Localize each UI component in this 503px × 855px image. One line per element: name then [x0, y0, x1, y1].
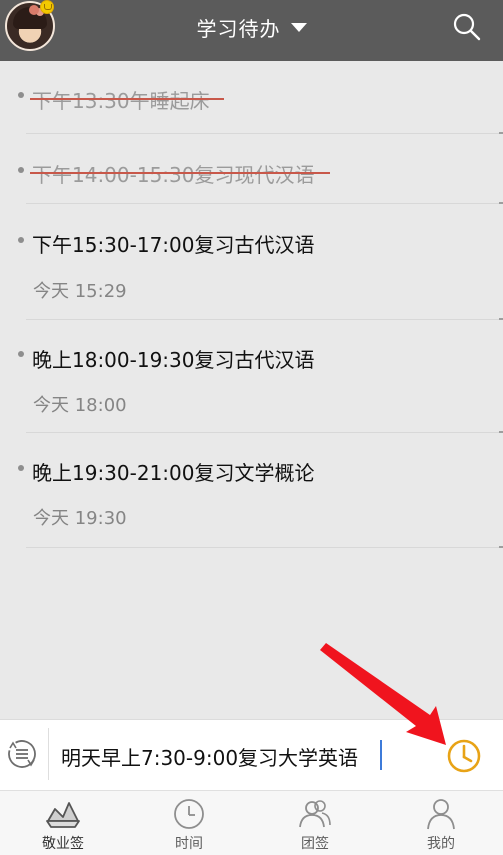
avatar-flower [29, 5, 39, 15]
divider [26, 546, 503, 548]
todo-item[interactable]: 晚上18:00-19:30复习古代汉语 今天 18:00 [0, 320, 503, 433]
tab-label: 敬业签 [42, 836, 84, 852]
page-title: 学习待办 [196, 17, 281, 41]
todo-item-done[interactable]: 下午13:30午睡起床 [0, 61, 503, 134]
reminder-clock-icon[interactable] [446, 738, 482, 774]
repeat-icon[interactable] [6, 738, 38, 770]
input-divider [48, 728, 49, 780]
header-bar: 学习待办 [0, 0, 503, 61]
tab-notes[interactable]: 敬业签 [0, 791, 126, 855]
todo-reminder-time: 今天 18:00 [33, 395, 127, 416]
vip-badge-icon [40, 0, 54, 14]
tab-label: 团签 [301, 836, 329, 852]
tab-label: 我的 [427, 836, 455, 852]
bullet-dot [18, 237, 24, 243]
todo-text: 下午15:30-17:00复习古代汉语 [32, 233, 315, 257]
strikethrough-line [30, 98, 224, 100]
list-title-dropdown[interactable]: 学习待办 [197, 13, 307, 42]
tab-team[interactable]: 团签 [252, 791, 378, 855]
tab-time[interactable]: 时间 [126, 791, 252, 855]
clock-icon [174, 799, 204, 829]
search-icon[interactable] [452, 12, 482, 42]
text-cursor [380, 740, 382, 770]
notes-icon [46, 802, 80, 828]
todo-reminder-time: 今天 15:29 [33, 281, 127, 302]
todo-text: 晚上18:00-19:30复习古代汉语 [32, 348, 315, 372]
new-todo-bar: 明天早上7:30-9:00复习大学英语 [0, 719, 503, 790]
caret-down-icon [290, 23, 307, 32]
todo-item-done[interactable]: 下午14:00-15:30复习现代汉语 [0, 134, 503, 204]
strikethrough-line [30, 172, 330, 174]
profile-icon [427, 799, 455, 830]
todo-item[interactable]: 下午15:30-17:00复习古代汉语 今天 15:29 [0, 204, 503, 320]
tab-profile[interactable]: 我的 [378, 791, 503, 855]
tab-label: 时间 [175, 836, 203, 852]
todo-item[interactable]: 晚上19:30-21:00复习文学概论 今天 19:30 [0, 433, 503, 548]
todo-text: 晚上19:30-21:00复习文学概论 [32, 461, 315, 485]
new-todo-input[interactable]: 明天早上7:30-9:00复习大学英语 [61, 742, 358, 771]
bullet-dot [18, 465, 24, 471]
bullet-dot [18, 92, 24, 98]
bottom-tab-bar: 敬业签 时间 团签 我的 [0, 790, 503, 855]
team-icon [299, 800, 331, 828]
bullet-dot [18, 351, 24, 357]
bullet-dot [18, 167, 24, 173]
todo-reminder-time: 今天 19:30 [33, 508, 127, 529]
